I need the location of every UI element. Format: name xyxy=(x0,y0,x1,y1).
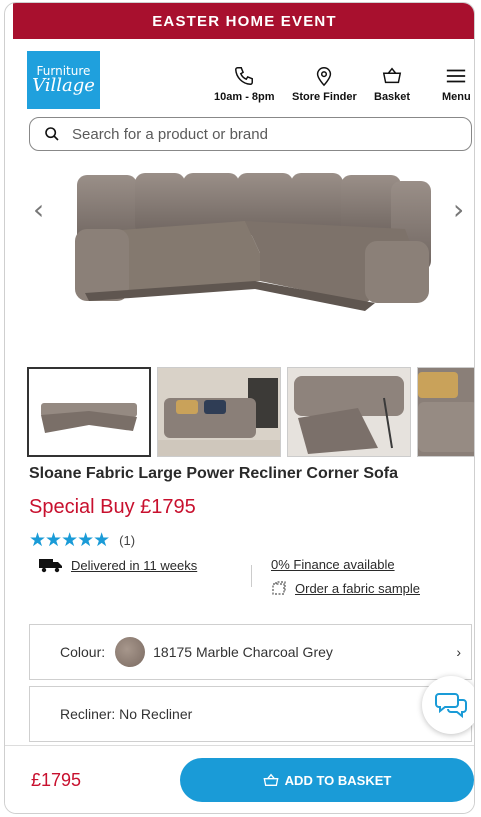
search-bar[interactable] xyxy=(29,117,472,151)
phone-icon xyxy=(235,67,254,85)
delivery-link[interactable]: Delivered in 11 weeks xyxy=(39,557,197,573)
add-to-basket-button[interactable]: ADD TO BASKET xyxy=(180,758,474,802)
special-buy-price: Special Buy £1795 xyxy=(29,496,196,518)
star-rating: ★★★★★ xyxy=(29,529,110,551)
thumbnail-corner-sofa[interactable] xyxy=(27,367,151,457)
gallery-next-arrow[interactable]: › xyxy=(453,193,464,226)
basket-link[interactable]: Basket xyxy=(374,65,410,103)
colour-swatch xyxy=(115,637,146,667)
product-main-image[interactable] xyxy=(65,163,441,323)
colour-selector[interactable]: Colour: 18175 Marble Charcoal Grey › xyxy=(29,624,472,680)
recliner-text: Recliner: No Recliner xyxy=(60,706,193,722)
opening-hours-link[interactable]: 10am - 8pm xyxy=(214,65,275,103)
chat-button[interactable] xyxy=(422,676,474,734)
rating-summary[interactable]: ★★★★★ (1) xyxy=(29,529,135,551)
sticky-purchase-bar: £1795 ADD TO BASKET xyxy=(5,745,474,813)
menu-button[interactable]: Menu xyxy=(442,65,471,103)
fabric-sample-link[interactable]: Order a fabric sample xyxy=(271,580,420,596)
chat-bubbles-icon xyxy=(435,693,467,719)
fabric-sample-icon xyxy=(272,581,286,595)
delivery-text: Delivered in 11 weeks xyxy=(71,557,198,573)
site-header: Furniture Village 10am - 8pm Store Finde… xyxy=(5,39,474,109)
colour-label: Colour: xyxy=(60,644,106,660)
sticky-price: £1795 xyxy=(31,770,82,790)
recliner-selector[interactable]: Recliner: No Recliner xyxy=(29,686,472,742)
page-frame: EASTER HOME EVENT Furniture Village 10am… xyxy=(4,2,475,814)
finance-text: 0% Finance available xyxy=(271,557,395,572)
opening-hours-label: 10am - 8pm xyxy=(214,91,275,103)
basket-icon xyxy=(263,773,279,786)
thumbnail-strip xyxy=(27,367,474,459)
chevron-right-icon: › xyxy=(456,644,461,660)
link-divider xyxy=(251,565,252,587)
search-input[interactable] xyxy=(72,125,452,143)
store-finder-link[interactable]: Store Finder xyxy=(292,65,357,103)
add-to-basket-label: ADD TO BASKET xyxy=(284,772,392,788)
hamburger-menu-icon xyxy=(447,69,466,83)
thumbnail-recliner-detail[interactable] xyxy=(287,367,411,457)
thumbnail-fabric-close-up[interactable] xyxy=(417,367,474,457)
product-title: Sloane Fabric Large Power Recliner Corne… xyxy=(29,465,398,482)
thumbnail-room-setting[interactable] xyxy=(157,367,281,457)
colour-value: 18175 Marble Charcoal Grey xyxy=(153,644,333,660)
promo-banner[interactable]: EASTER HOME EVENT xyxy=(13,3,474,39)
menu-label: Menu xyxy=(442,91,471,103)
furniture-village-logo[interactable]: Furniture Village xyxy=(27,51,100,109)
basket-label: Basket xyxy=(374,91,411,103)
fabric-sample-text: Order a fabric sample xyxy=(295,580,420,596)
basket-icon xyxy=(382,67,402,84)
store-finder-label: Store Finder xyxy=(292,91,357,103)
finance-link[interactable]: 0% Finance available xyxy=(271,557,395,572)
delivery-truck-icon xyxy=(39,559,62,573)
promo-text: EASTER HOME EVENT xyxy=(152,12,337,30)
review-count: (1) xyxy=(119,532,136,548)
search-icon xyxy=(45,127,59,141)
gallery-prev-arrow[interactable]: ‹ xyxy=(33,193,44,226)
logo-line-2: Village xyxy=(32,75,95,96)
location-pin-icon xyxy=(317,67,332,87)
